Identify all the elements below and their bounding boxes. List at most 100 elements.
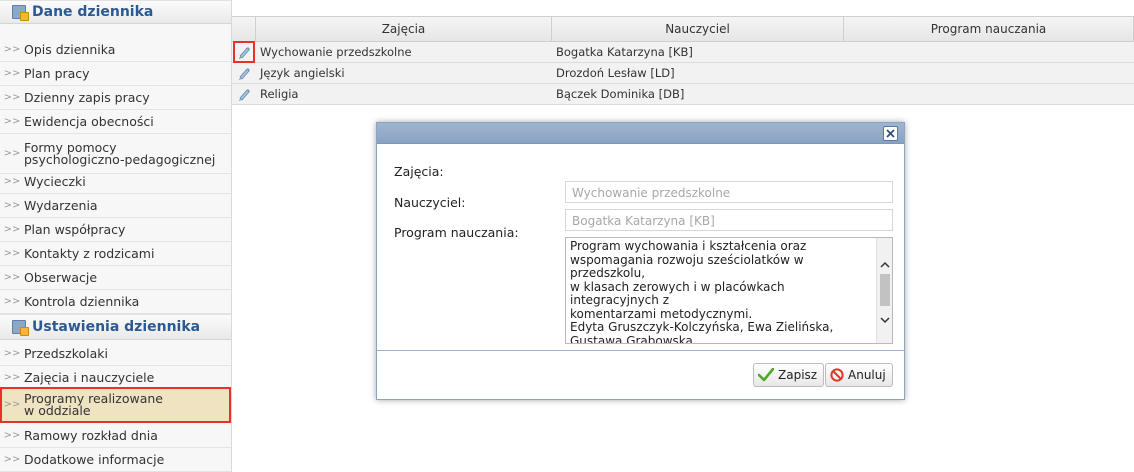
sidebar-item-kontrola-dziennika[interactable]: >> Kontrola dziennika xyxy=(0,290,231,314)
classes-table: Zajęcia Nauczyciel Program nauczania Wyc… xyxy=(232,16,1134,105)
close-icon xyxy=(886,129,895,138)
chevron-up-icon xyxy=(880,261,890,268)
section-header-ustawienia-dziennika: Ustawienia dziennika xyxy=(0,314,231,340)
textarea-scrollbar[interactable] xyxy=(876,238,892,343)
chevron-right-icon: >> xyxy=(3,296,21,307)
sidebar-item-ramowy-rozklad-dnia[interactable]: >> Ramowy rozkład dnia xyxy=(0,424,231,448)
chevron-right-icon: >> xyxy=(3,176,21,187)
close-button[interactable] xyxy=(883,126,898,141)
sidebar-item-ewidencja-obecnosci[interactable]: >> Ewidencja obecności xyxy=(0,110,231,134)
chevron-right-icon: >> xyxy=(3,399,21,410)
edit-program-dialog: Zajęcia: Wychowanie przedszkolne Nauczyc… xyxy=(376,122,905,400)
column-header-program[interactable]: Program nauczania xyxy=(844,17,1134,41)
program-text: Program wychowania i kształcenia oraz ws… xyxy=(570,239,834,344)
cell-nauczyciel: Drozdoń Lesław [LD] xyxy=(556,66,675,80)
table-row[interactable]: Wychowanie przedszkolne Bogatka Katarzyn… xyxy=(232,40,1134,63)
sidebar-item-obserwacje[interactable]: >> Obserwacje xyxy=(0,266,231,290)
chevron-right-icon: >> xyxy=(3,44,21,55)
folder-settings-icon xyxy=(12,5,29,21)
chevron-right-icon: >> xyxy=(3,454,21,465)
chevron-right-icon: >> xyxy=(3,148,21,159)
cell-program xyxy=(844,42,1134,63)
cell-program xyxy=(844,63,1134,84)
sidebar-item-label: Ewidencja obecności xyxy=(24,113,154,129)
cell-zajecia: Wychowanie przedszkolne xyxy=(260,45,412,59)
table-row[interactable]: Religia Bączek Dominika [DB] xyxy=(232,84,1134,105)
chevron-right-icon: >> xyxy=(3,116,21,127)
column-header-nauczyciel[interactable]: Nauczyciel xyxy=(552,17,844,41)
chevron-right-icon: >> xyxy=(3,68,21,79)
chevron-right-icon: >> xyxy=(3,272,21,283)
chevron-right-icon: >> xyxy=(3,200,21,211)
sidebar-item-label: Wycieczki xyxy=(24,173,86,189)
sidebar-item-label: Kontrola dziennika xyxy=(24,293,140,309)
column-header-edit xyxy=(232,17,256,41)
save-button[interactable]: Zapisz xyxy=(753,363,825,387)
sidebar-item-label: Plan pracy xyxy=(24,65,90,81)
folder-settings-icon xyxy=(12,320,29,336)
save-button-label: Zapisz xyxy=(778,368,818,382)
sidebar-item-label: Programy realizowane w oddziale xyxy=(24,390,163,418)
edit-button[interactable] xyxy=(232,40,256,63)
sidebar-item-label: Kontakty z rodzicami xyxy=(24,245,155,261)
cell-zajecia: Język angielski xyxy=(260,66,345,80)
chevron-down-icon xyxy=(880,316,890,323)
section-header-dane-dziennika: Dane dziennika xyxy=(0,0,231,24)
cell-nauczyciel: Bogatka Katarzyna [KB] xyxy=(556,45,693,59)
sidebar-item-programy-realizowane[interactable]: >> Programy realizowane w oddziale xyxy=(0,387,231,423)
sidebar-item-label: Formy pomocy psychologiczno-pedagogiczne… xyxy=(24,139,216,167)
sidebar-item-przedszkolaki[interactable]: >> Przedszkolaki xyxy=(0,342,231,366)
cancel-icon xyxy=(830,368,844,382)
cell-zajecia: Religia xyxy=(260,87,299,101)
edit-button[interactable] xyxy=(232,84,256,105)
sidebar-item-label: Wydarzenia xyxy=(24,197,98,213)
dialog-body: Zajęcia: Wychowanie przedszkolne Nauczyc… xyxy=(377,144,904,351)
sidebar: Dane dziennika >> Opis dziennika >> Plan… xyxy=(0,0,232,472)
zajecia-label: Zajęcia: xyxy=(394,164,444,179)
program-textarea[interactable]: Program wychowania i kształcenia oraz ws… xyxy=(565,237,893,344)
chevron-right-icon: >> xyxy=(3,430,21,441)
chevron-right-icon: >> xyxy=(3,248,21,259)
sidebar-item-dzienny-zapis-pracy[interactable]: >> Dzienny zapis pracy xyxy=(0,86,231,110)
sidebar-item-wycieczki[interactable]: >> Wycieczki xyxy=(0,170,231,194)
chevron-right-icon: >> xyxy=(3,224,21,235)
scroll-thumb[interactable] xyxy=(880,274,890,306)
section-title: Dane dziennika xyxy=(32,4,154,20)
sidebar-item-label: Dzienny zapis pracy xyxy=(24,89,150,105)
nauczyciel-field: Bogatka Katarzyna [KB] xyxy=(565,209,893,231)
program-label: Program nauczania: xyxy=(394,225,519,240)
column-header-zajecia[interactable]: Zajęcia xyxy=(256,17,552,41)
cancel-button[interactable]: Anuluj xyxy=(825,363,893,387)
sidebar-item-label: Opis dziennika xyxy=(24,41,116,57)
sidebar-item-kontakty-z-rodzicami[interactable]: >> Kontakty z rodzicami xyxy=(0,242,231,266)
sidebar-item-label: Plan współpracy xyxy=(24,221,126,237)
sidebar-item-opis-dziennika[interactable]: >> Opis dziennika xyxy=(0,38,231,62)
highlight-box xyxy=(233,40,255,63)
checkmark-icon xyxy=(758,368,774,382)
section-title: Ustawienia dziennika xyxy=(32,319,201,335)
chevron-right-icon: >> xyxy=(3,372,21,383)
sidebar-item-label: Dodatkowe informacje xyxy=(24,451,165,467)
cancel-button-label: Anuluj xyxy=(848,368,886,382)
sidebar-item-label: Ramowy rozkład dnia xyxy=(24,427,158,443)
table-header: Zajęcia Nauczyciel Program nauczania xyxy=(232,16,1134,42)
sidebar-item-label: Obserwacje xyxy=(24,269,98,285)
dialog-titlebar[interactable] xyxy=(377,123,904,144)
nauczyciel-label: Nauczyciel: xyxy=(394,195,466,210)
table-row[interactable]: Język angielski Drozdoń Lesław [LD] xyxy=(232,63,1134,84)
pencil-icon xyxy=(239,89,250,101)
sidebar-item-dodatkowe-informacje[interactable]: >> Dodatkowe informacje xyxy=(0,448,231,472)
chevron-right-icon: >> xyxy=(3,92,21,103)
chevron-right-icon: >> xyxy=(3,348,21,359)
pencil-icon xyxy=(239,68,250,80)
sidebar-item-label: Przedszkolaki xyxy=(24,345,109,361)
sidebar-item-label: Zajęcia i nauczyciele xyxy=(24,369,155,385)
scroll-up-button[interactable] xyxy=(879,258,891,270)
sidebar-item-wydarzenia[interactable]: >> Wydarzenia xyxy=(0,194,231,218)
sidebar-item-formy-pomocy[interactable]: >> Formy pomocy psychologiczno-pedagogic… xyxy=(0,134,231,174)
sidebar-item-plan-pracy[interactable]: >> Plan pracy xyxy=(0,62,231,86)
sidebar-item-plan-wspolpracy[interactable]: >> Plan współpracy xyxy=(0,218,231,242)
scroll-down-button[interactable] xyxy=(879,314,891,326)
edit-button[interactable] xyxy=(232,63,256,84)
zajecia-field: Wychowanie przedszkolne xyxy=(565,181,893,203)
